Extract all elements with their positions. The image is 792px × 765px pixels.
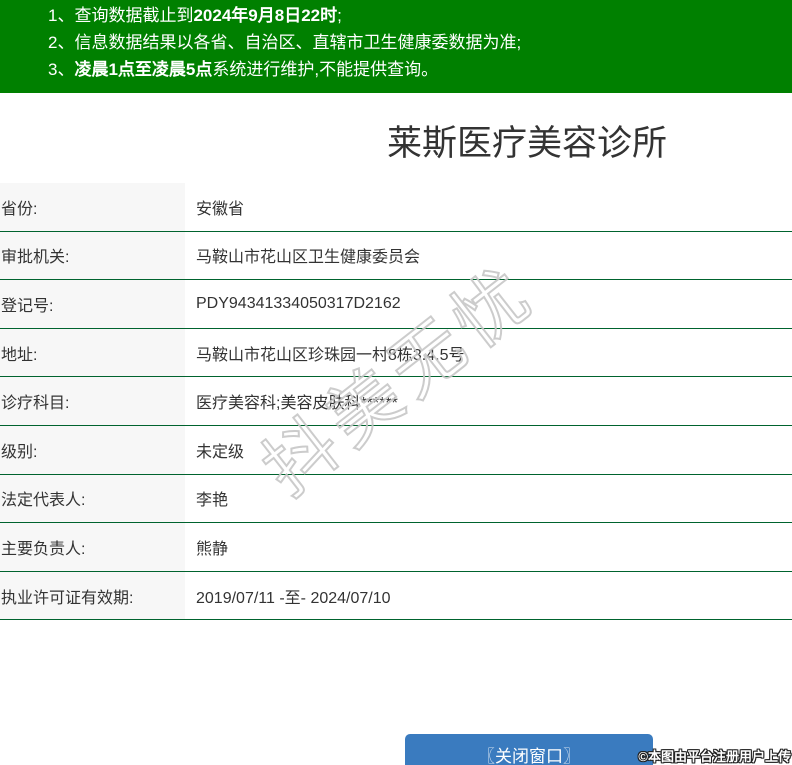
info-table: 省份: 安徽省 审批机关: 马鞍山市花山区卫生健康委员会 登记号: PDY94341334… (0, 183, 792, 621)
row-value: PDY94341334050317D2162 (196, 294, 401, 312)
row-value: 未定级 (196, 443, 245, 461)
row-label: 级别: (0, 425, 185, 474)
row-value: 熊静 (196, 540, 229, 558)
row-label: 执业许可证有效期: (0, 571, 185, 620)
notice-line: 2、信息数据结果以各省、自治区、直辖市卫生健康委数据为准; (48, 29, 792, 56)
notice-text: 2、信息数据结果以各省、自治区、直辖市卫生健康委数据为准; (48, 33, 522, 52)
notice-bold-text: 凌晨1点至凌晨5点 (74, 60, 213, 79)
notice-text: ; (337, 6, 342, 25)
row-value: 李艳 (196, 492, 229, 510)
table-row: 主要负责人: 熊静 (0, 523, 792, 572)
table-row: 审批机关: 马鞍山市花山区卫生健康委员会 (0, 231, 792, 281)
row-label: 诊疗科目: (0, 377, 185, 425)
table-row: 诊疗科目: 医疗美容科;美容皮肤科****** (0, 377, 792, 426)
row-value: 医疗美容科;美容皮肤科****** (196, 395, 398, 413)
row-value: 马鞍山市花山区珍珠园一村8栋3.4.5号 (196, 346, 465, 364)
table-row: 执业许可证有效期: 2019/07/11 -至- 2024/07/10 (0, 571, 792, 621)
table-row: 省份: 安徽省 (0, 183, 792, 232)
row-label: 主要负责人: (0, 523, 185, 571)
notice-text: 系统进行维护,不能提供查询。 (212, 60, 439, 79)
table-row: 登记号: PDY94341334050317D2162 (0, 280, 792, 329)
notice-line: 3、凌晨1点至凌晨5点系统进行维护,不能提供查询。 (48, 56, 792, 83)
row-label: 省份: (0, 183, 185, 231)
row-label: 审批机关: (0, 231, 185, 280)
notice-bold-text: 2024年9月8日22时 (193, 6, 338, 25)
table-row: 法定代表人: 李艳 (0, 474, 792, 524)
close-window-button[interactable]: 〖关闭窗口〗 (405, 734, 653, 765)
row-label: 法定代表人: (0, 474, 185, 523)
row-value: 安徽省 (196, 200, 245, 218)
row-value: 2019/07/11 -至- 2024/07/10 (196, 589, 391, 607)
row-label: 地址: (0, 328, 185, 377)
row-label: 登记号: (0, 280, 185, 328)
page-title: 莱斯医疗美容诊所 (387, 124, 668, 163)
notice-banner: 1、查询数据截止到2024年9月8日22时; 2、信息数据结果以各省、自治区、直辖… (0, 0, 792, 93)
upload-stamp: ©本图由平台注册用户上传 (638, 749, 791, 764)
table-row: 级别: 未定级 (0, 425, 792, 475)
notice-list: 1、查询数据截止到2024年9月8日22时; 2、信息数据结果以各省、自治区、直辖… (48, 2, 792, 83)
notice-line: 1、查询数据截止到2024年9月8日22时; (48, 2, 792, 29)
row-value: 马鞍山市花山区卫生健康委员会 (196, 249, 421, 267)
table-row: 地址: 马鞍山市花山区珍珠园一村8栋3.4.5号 (0, 328, 792, 378)
notice-text: 1、查询数据截止到 (48, 6, 194, 25)
notice-text: 3、 (48, 60, 75, 79)
